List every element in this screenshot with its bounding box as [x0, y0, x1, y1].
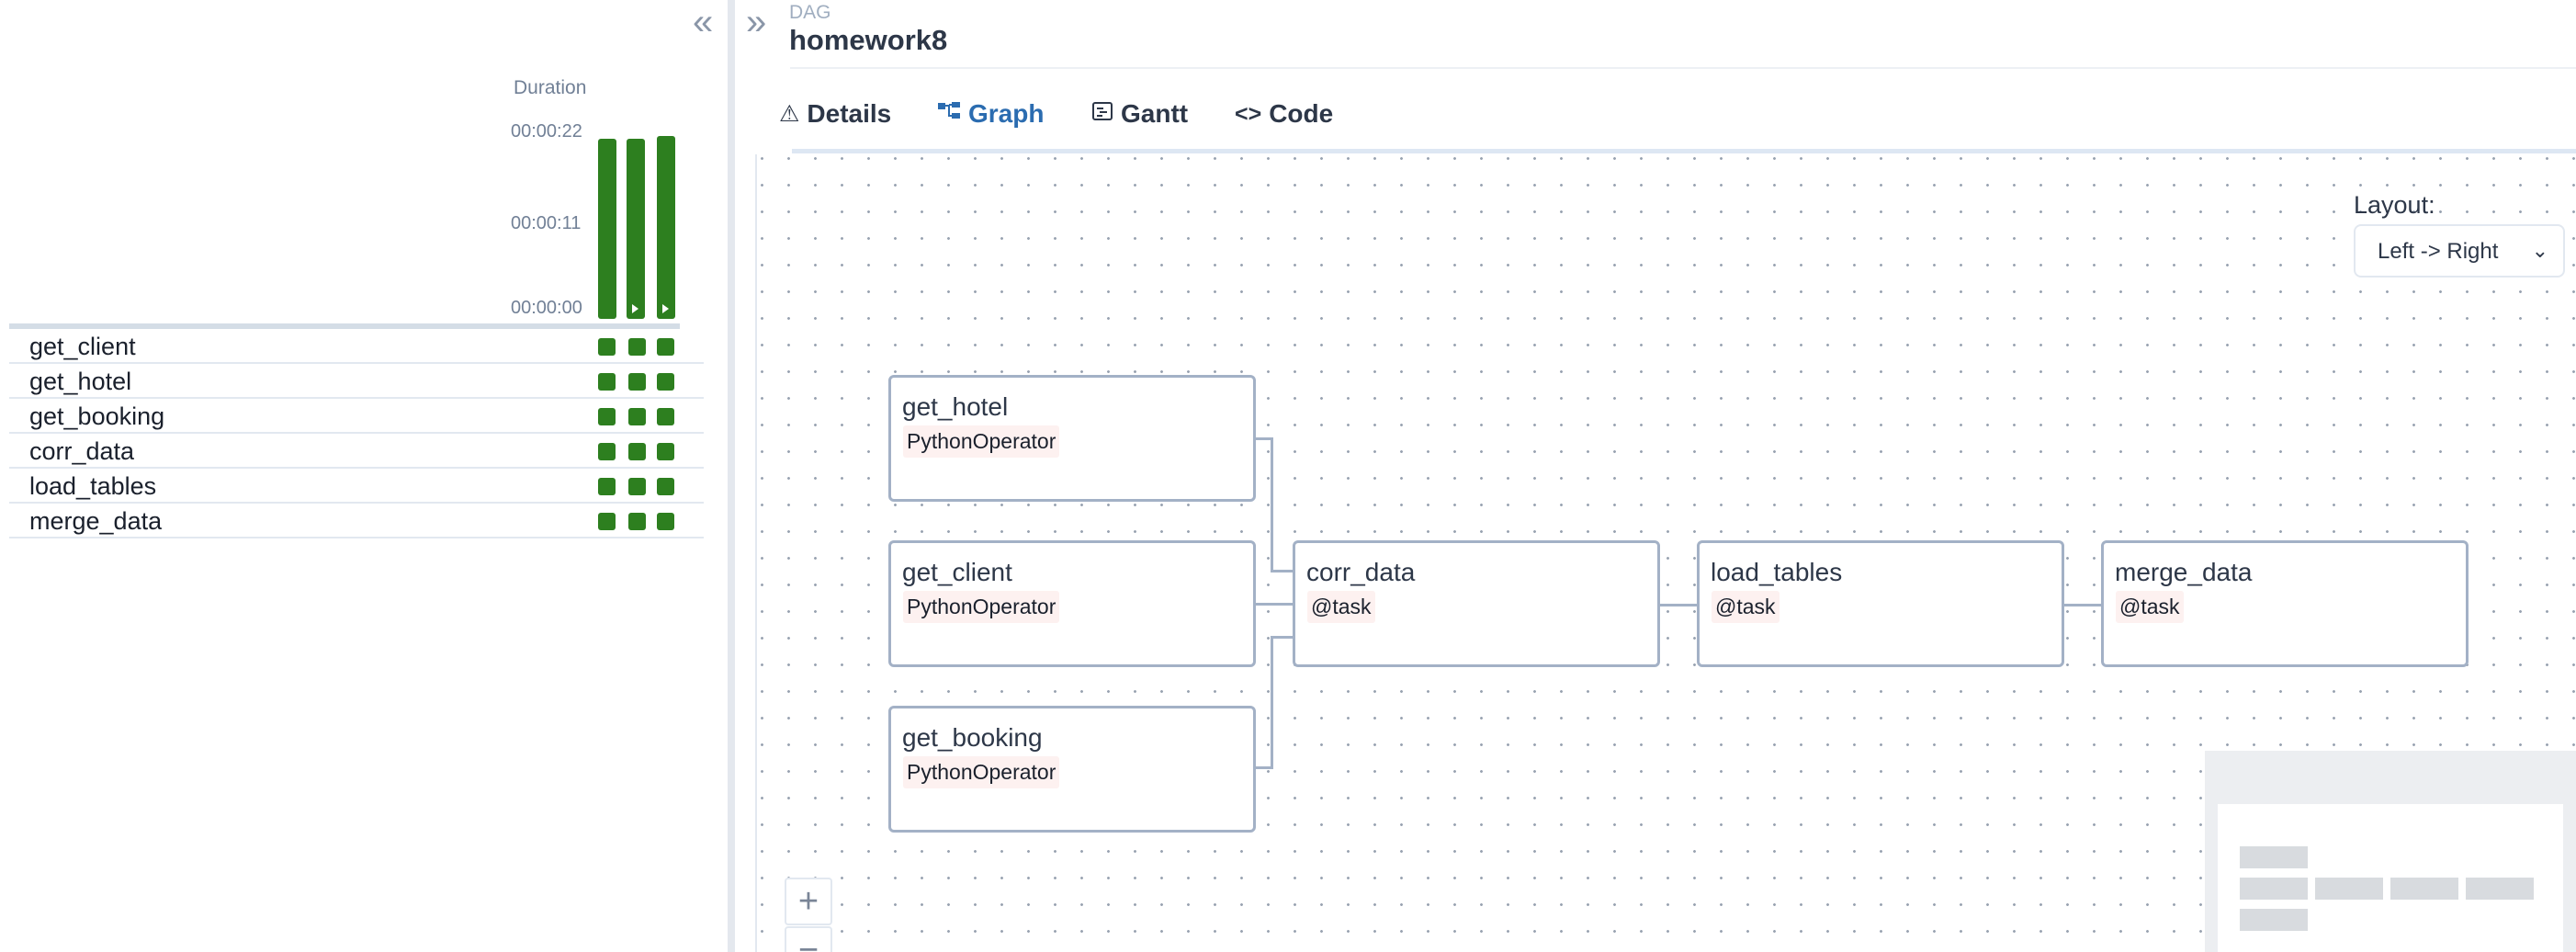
task-instance-status[interactable] [598, 478, 616, 495]
node-operator: PythonOperator [903, 425, 1060, 458]
layout-select[interactable]: Left -> Right ⌄ [2354, 224, 2565, 278]
manual-run-icon [632, 304, 638, 313]
node-name: merge_data [2115, 558, 2253, 586]
minimap-node [2240, 846, 2308, 868]
graph-edge [1271, 570, 1294, 572]
task-instance-status[interactable] [598, 373, 616, 391]
task-instance-status[interactable] [657, 443, 674, 460]
task-instance-status[interactable] [628, 513, 646, 530]
task-instance-status[interactable] [657, 338, 674, 356]
node-operator: @task [2116, 591, 2184, 623]
task-name: get_hotel [29, 368, 132, 395]
task-instance-status[interactable] [598, 408, 616, 425]
task-row[interactable]: merge_data [9, 504, 704, 538]
duration-label: Duration [514, 77, 587, 98]
task-node-get-hotel[interactable]: get_hotel PythonOperator [888, 375, 1256, 502]
chevrons-right-icon[interactable]: » [746, 4, 766, 40]
node-operator: PythonOperator [903, 756, 1060, 788]
manual-run-icon [662, 304, 669, 313]
task-instance-status[interactable] [628, 373, 646, 391]
graph-minimap[interactable] [2205, 751, 2576, 952]
task-node-get-client[interactable]: get_client PythonOperator [888, 540, 1256, 667]
tab-code[interactable]: <> Code [1235, 85, 1373, 153]
tab-graph-label: Graph [968, 99, 1045, 128]
minimap-node [2315, 878, 2383, 900]
dag-run-bar[interactable] [657, 136, 675, 319]
dag-run-bar[interactable] [627, 139, 645, 319]
task-node-get-booking[interactable]: get_booking PythonOperator [888, 706, 1256, 833]
node-operator: @task [1712, 591, 1779, 623]
minimap-node [2466, 878, 2534, 900]
graph-edge [1271, 437, 1273, 572]
task-instance-status[interactable] [628, 338, 646, 356]
dag-title: homework8 [789, 24, 948, 56]
graph-tree-icon [937, 99, 961, 129]
node-name: corr_data [1306, 558, 1416, 586]
tab-details[interactable]: ⚠ Details [779, 85, 917, 153]
duration-tick-min: 00:00:00 [511, 298, 582, 318]
graph-edge [2063, 604, 2104, 606]
tabs-underline [792, 149, 2576, 153]
code-brackets-icon: <> [1235, 101, 1262, 127]
task-instance-status[interactable] [657, 478, 674, 495]
node-operator: @task [1307, 591, 1375, 623]
task-name: get_booking [29, 402, 165, 430]
layout-select-value: Left -> Right [2378, 239, 2499, 264]
duration-tick-mid: 00:00:11 [511, 213, 582, 233]
task-instance-status[interactable] [657, 373, 674, 391]
minimap-node [2240, 878, 2308, 900]
task-instance-status[interactable] [657, 408, 674, 425]
task-instance-status[interactable] [628, 443, 646, 460]
chevron-down-icon: ⌄ [2531, 239, 2548, 262]
tab-graph[interactable]: Graph [917, 85, 1068, 153]
duration-tick-max: 00:00:22 [511, 121, 582, 142]
grid-panel: « Duration 00:00:22 00:00:11 00:00:00 ge… [0, 0, 726, 952]
node-name: load_tables [1711, 558, 1843, 586]
graph-edge [1271, 636, 1273, 769]
tab-gantt-label: Gantt [1121, 99, 1189, 128]
task-name: corr_data [29, 437, 135, 465]
task-name: merge_data [29, 507, 163, 535]
task-instance-status[interactable] [598, 513, 616, 530]
warning-triangle-icon: ⚠ [779, 101, 800, 127]
node-name: get_client [902, 558, 1012, 586]
node-name: get_booking [902, 723, 1043, 752]
task-name: load_tables [29, 472, 157, 500]
zoom-in-button[interactable]: + [785, 878, 832, 925]
tab-gantt[interactable]: Gantt [1091, 85, 1229, 153]
task-row[interactable]: get_client [9, 329, 704, 364]
task-instance-status[interactable] [598, 338, 616, 356]
graph-edge [1255, 603, 1294, 606]
panel-resize-handle[interactable] [728, 0, 735, 952]
tab-code-label: Code [1269, 99, 1334, 128]
graph-edge [1271, 636, 1294, 639]
node-name: get_hotel [902, 392, 1009, 421]
task-instance-status[interactable] [628, 478, 646, 495]
task-node-load-tables[interactable]: load_tables @task [1697, 540, 2064, 667]
task-row[interactable]: load_tables [9, 469, 704, 504]
node-operator: PythonOperator [903, 591, 1060, 623]
task-instance-status[interactable] [657, 513, 674, 530]
task-row[interactable]: get_booking [9, 399, 704, 434]
graph-edge [1659, 604, 1700, 606]
task-node-merge-data[interactable]: merge_data @task [2101, 540, 2469, 667]
dag-run-bar[interactable] [598, 139, 616, 319]
task-row[interactable]: get_hotel [9, 364, 704, 399]
task-instance-status[interactable] [628, 408, 646, 425]
tab-details-label: Details [807, 99, 892, 128]
chevrons-left-icon[interactable]: « [693, 4, 713, 40]
dag-label: DAG [789, 2, 831, 23]
task-row[interactable]: corr_data [9, 434, 704, 469]
gantt-chart-icon [1091, 99, 1113, 129]
task-name: get_client [29, 333, 136, 360]
minimap-node [2390, 878, 2458, 900]
zoom-out-button[interactable]: − [785, 926, 832, 952]
minimap-node [2240, 909, 2308, 931]
task-instance-status[interactable] [598, 443, 616, 460]
task-node-corr-data[interactable]: corr_data @task [1293, 540, 1660, 667]
header-divider [790, 67, 2576, 69]
layout-label: Layout: [2354, 191, 2435, 219]
